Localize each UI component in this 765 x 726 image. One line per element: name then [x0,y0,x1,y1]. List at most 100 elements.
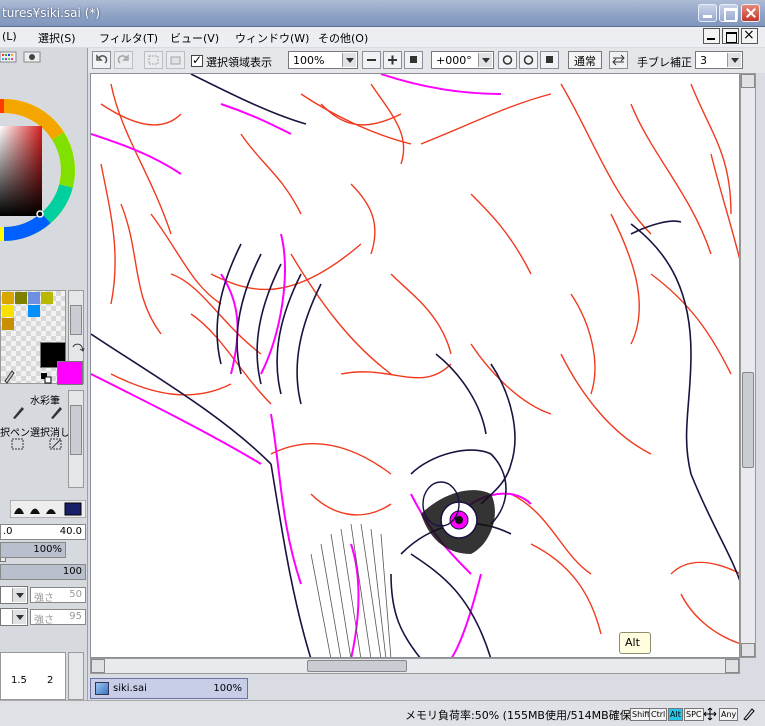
size-tick[interactable]: 1.5 [11,675,27,686]
swatch[interactable] [41,292,53,304]
scroll-thumb[interactable] [70,405,82,455]
deselect-button[interactable] [144,51,163,69]
swatch[interactable] [2,292,14,304]
chevron-down-icon [12,588,26,602]
undo-button[interactable] [92,51,111,69]
scroll-right-button[interactable] [725,659,739,673]
blend-mode-button[interactable]: 通常 [568,51,602,69]
horizontal-scroll-thumb[interactable] [307,660,407,672]
zoom-out-button[interactable] [362,51,381,69]
menu-other[interactable]: その他(O) [318,30,368,46]
strength-value: 50 [69,589,82,600]
swatch[interactable] [2,318,14,330]
zoom-reset-button[interactable] [404,51,423,69]
window-maximize-button[interactable] [719,4,738,22]
menu-layer[interactable]: (L) [2,30,17,43]
scroll-down-button[interactable] [741,643,755,657]
deselect-eraser-icon[interactable] [48,436,64,452]
menu-select[interactable]: 選択(S) [38,30,76,46]
brush-density-field[interactable]: 100% [0,542,66,558]
flip-icon [612,54,625,66]
texture-strength-field[interactable]: 強さ 50 [30,587,86,604]
document-name: siki.sai [113,683,147,694]
size-list-scrollbar[interactable] [68,652,84,700]
swatch[interactable] [28,305,40,317]
window-minimize-button[interactable] [698,4,717,22]
pen-icon [743,708,755,721]
chevron-down-icon [727,53,741,67]
key-space-indicator: SPC [684,708,704,721]
show-selection-checkbox[interactable] [191,53,203,67]
stabilizer-label: 手ブレ補正 [637,56,692,69]
brush-size-value: 40.0 [59,526,82,537]
brush-size-min: .0 [3,526,13,537]
clear-button[interactable] [166,51,185,69]
document-icon [95,682,109,695]
rotation-value: +000° [436,54,472,67]
brush-size-field[interactable]: .0 40.0 [0,524,86,540]
stabilizer-value: 3 [700,54,707,67]
color-wheel-graphic [0,99,75,241]
move-cursor-icon [703,707,717,721]
rotation-select[interactable]: +000° [431,51,494,69]
drawing-canvas[interactable]: Alt [90,73,740,658]
doc-minimize-button[interactable] [703,28,720,44]
brush-shapes[interactable] [10,500,86,518]
menu-filter[interactable]: フィルタ(T) [99,30,158,46]
menu-view[interactable]: ビュー(V) [170,30,219,46]
title-bar[interactable]: tures¥siki.sai (*) [0,0,765,27]
reset-colors-icon[interactable] [40,372,52,384]
swap-colors-icon[interactable] [71,342,85,356]
texture-select[interactable] [0,586,28,604]
artwork-sketch [91,74,739,657]
rotate-reset-button[interactable] [540,51,559,69]
stabilizer-select[interactable]: 3 [695,51,743,69]
color-wheel[interactable] [0,68,86,286]
doc-close-button[interactable] [741,28,758,44]
vertical-scroll-thumb[interactable] [742,372,754,468]
background-color[interactable] [57,361,83,385]
watercolor-brush-icon[interactable] [48,404,64,420]
eyedropper-icon[interactable] [2,366,16,384]
swatch[interactable] [28,292,40,304]
brush-size-list[interactable]: 1.5 2 [0,652,66,700]
rotate-left-button[interactable] [498,51,517,69]
tool-scrollbar[interactable] [68,390,84,488]
zoom-in-button[interactable] [383,51,402,69]
strength-label: 強さ [34,593,54,604]
window-close-button[interactable] [741,4,760,22]
swatch[interactable] [15,292,27,304]
chevron-down-icon [12,610,26,624]
size-tick[interactable]: 2 [47,675,53,686]
key-any-indicator: Any [719,708,739,721]
swatch[interactable] [2,305,14,317]
deselect-icon [148,55,159,65]
document-tab[interactable]: siki.sai 100% [90,678,248,699]
tooltip: Alt [619,632,651,654]
undo-icon [96,54,108,64]
scroll-up-button[interactable] [741,74,755,88]
canvas-horizontal-scrollbar[interactable] [90,658,740,674]
scroll-thumb[interactable] [70,305,82,335]
select-pen-icon[interactable] [10,436,26,452]
menu-window[interactable]: ウィンドウ(W) [235,30,309,46]
palette-mode-icons[interactable] [0,50,45,64]
menu-bar: (L) 選択(S) フィルタ(T) ビュー(V) ウィンドウ(W) その他(O) [0,27,765,47]
blending-field[interactable]: 100 [0,564,86,580]
rotate-right-button[interactable] [519,51,538,69]
scroll-left-button[interactable] [91,659,105,673]
canvas-vertical-scrollbar[interactable] [740,73,756,658]
square-icon [546,56,553,63]
key-ctrl-indicator: Ctrl [649,708,668,721]
key-alt-indicator: Alt [668,708,683,721]
redo-button[interactable] [114,51,133,69]
bleed-strength-field[interactable]: 強さ 95 [30,609,86,626]
plus-icon [388,55,397,65]
status-bar: メモリ負荷率:50% (155MB使用/514MB確保) Shift Ctrl … [0,700,765,726]
zoom-select[interactable]: 100% [288,51,358,69]
flip-button[interactable] [609,51,628,69]
pen-icon[interactable] [10,404,26,420]
doc-restore-button[interactable] [722,28,739,44]
bleed-select[interactable] [0,608,28,626]
memory-status: メモリ負荷率:50% (155MB使用/514MB確保) [405,709,636,722]
